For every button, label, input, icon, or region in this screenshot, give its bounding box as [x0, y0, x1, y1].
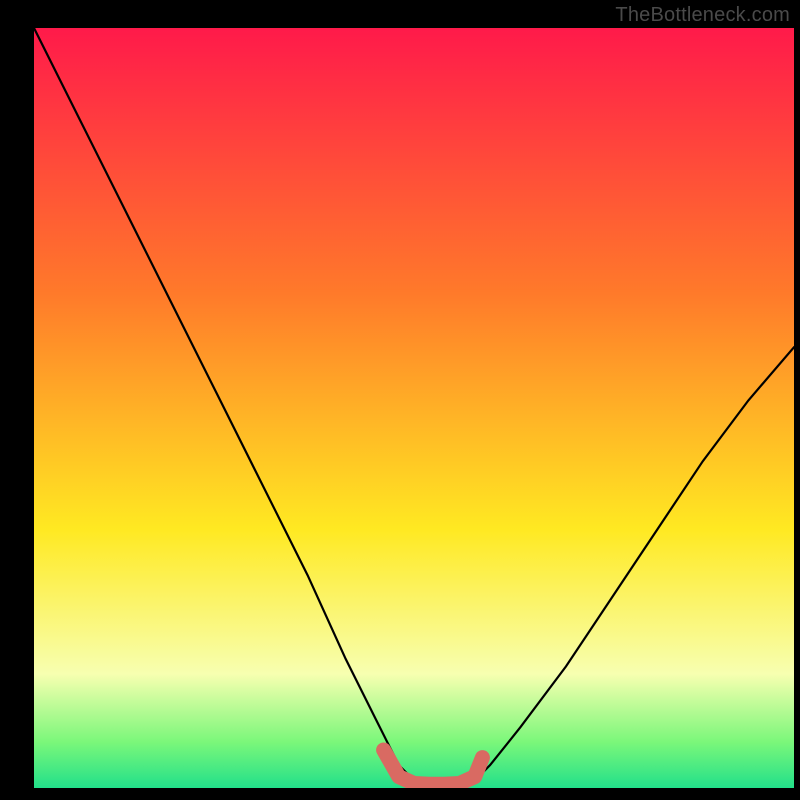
chart-svg — [34, 28, 794, 788]
gradient-background — [34, 28, 794, 788]
watermark-text: TheBottleneck.com — [615, 4, 790, 27]
chart-frame: TheBottleneck.com — [0, 0, 800, 800]
plot-area — [34, 28, 794, 788]
